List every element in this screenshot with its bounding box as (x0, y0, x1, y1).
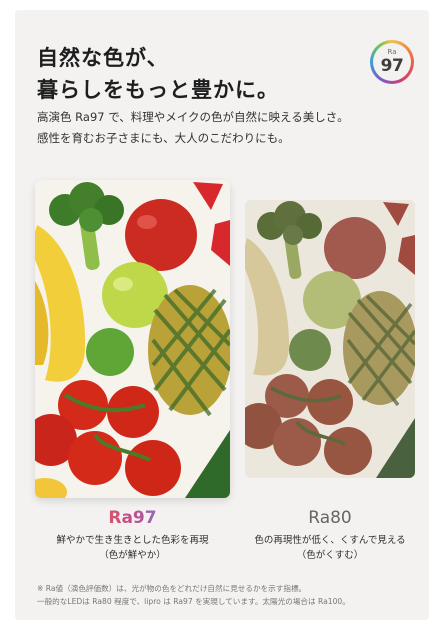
lead-line-1: 高演色 Ra97 で、料理やメイクの色が自然に映える美しさ。 (37, 110, 349, 124)
ra97-badge: Ra 97 (370, 40, 414, 84)
headline-line-2: 暮らしをもっと豊かに。 (37, 78, 279, 102)
ra97-label: Ra97 (35, 508, 230, 528)
badge-inner: Ra 97 (373, 43, 411, 81)
headline-line-1: 自然な色が、 (37, 46, 169, 70)
ra80-desc-line-1: 色の再現性が低く、くすんで見える (254, 535, 406, 546)
ra80-description: 色の再現性が低く、くすんで見える （色がくすむ） (235, 533, 425, 563)
badge-label: Ra (387, 48, 397, 56)
badge-value: 97 (380, 56, 404, 76)
headline: 自然な色が、 暮らしをもっと豊かに。 (37, 42, 279, 106)
footnote-line-1: ※ Ra値（演色評価数）は、光が物の色をどれだけ自然に見せるかを示す指標。 (37, 584, 307, 593)
lead-text: 高演色 Ra97 で、料理やメイクの色が自然に映える美しさ。 感性を育むお子さま… (37, 107, 349, 149)
page: 自然な色が、 暮らしをもっと豊かに。 Ra 97 高演色 Ra97 で、料理やメ… (0, 0, 444, 630)
lead-line-2: 感性を育むお子さまにも、大人のこだわりにも。 (37, 131, 290, 145)
lime-icon (86, 328, 134, 376)
red-apple-icon (125, 199, 197, 271)
ra97-description: 鮮やかで生き生きとした色彩を再現 （色が鮮やか） (35, 533, 230, 563)
footnote-line-2: 一般的なLEDは Ra80 程度で、lipro は Ra97 を実現しています。… (37, 597, 350, 606)
vivid-produce-illustration (35, 180, 230, 498)
ra80-produce-photo (245, 200, 415, 478)
ra80-desc-line-2: （色がくすむ） (296, 550, 364, 561)
red-apple-icon (324, 217, 386, 279)
ra80-label: Ra80 (308, 508, 352, 528)
footnote: ※ Ra値（演色評価数）は、光が物の色をどれだけ自然に見せるかを示す指標。 一般… (37, 582, 350, 608)
ra97-produce-photo (35, 180, 230, 498)
ra97-desc-line-2: （色が鮮やか） (99, 550, 166, 561)
ra97-desc-line-1: 鮮やかで生き生きとした色彩を再現 (56, 535, 209, 546)
dull-produce-illustration (245, 200, 415, 478)
lime-icon (289, 329, 331, 371)
